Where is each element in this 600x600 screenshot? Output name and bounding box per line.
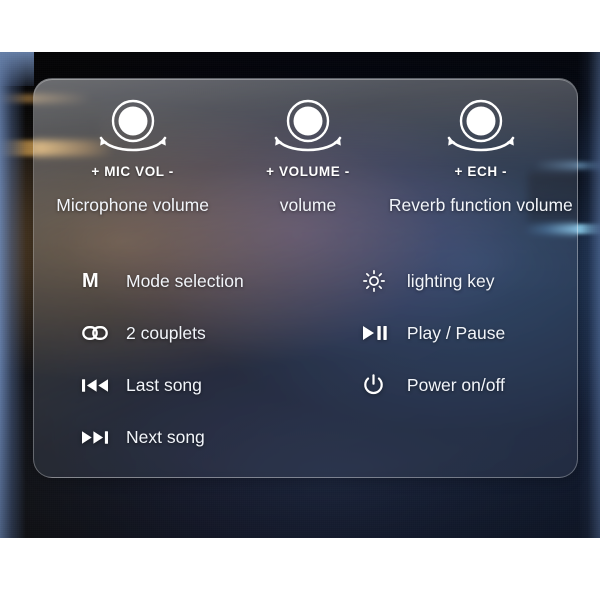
function-legend-list: M Mode selection 2 couplets Last song Ne… [34, 255, 577, 463]
list-item-label: Play / Pause [406, 322, 506, 343]
list-item: 2 couplets [82, 307, 333, 359]
mode-m-icon: M [82, 270, 99, 292]
list-item-label: Last song [126, 374, 202, 395]
list-item-label: Mode selection [126, 270, 244, 291]
play-pause-icon [362, 325, 407, 341]
previous-track-icon [82, 378, 126, 393]
list-item-label: Power on/off [406, 374, 505, 395]
power-icon [363, 374, 407, 396]
knob-code-label: + MIC VOL - [91, 164, 174, 179]
next-track-icon [82, 430, 126, 445]
list-item: Last song [82, 359, 333, 411]
knob-item-mic-vol: + MIC VOL - Microphone volume [34, 97, 231, 216]
brightness-sun-icon [362, 270, 407, 292]
rotary-knob-icon [438, 97, 524, 161]
list-item: Next song [82, 411, 333, 463]
knob-code-label: + VOLUME - [266, 164, 350, 179]
knob-item-echo: + ECH - Reverb function volume [385, 97, 577, 216]
screenshot-stage: + MIC VOL - Microphone volume + VOLUME -… [0, 0, 600, 600]
rotary-knob-icon [90, 97, 176, 161]
list-item-label: Next song [126, 426, 205, 447]
link-chain-icon [82, 324, 126, 342]
rotary-knob-icon [265, 97, 351, 161]
function-column-right: lighting key Play / Pause Power on/off [333, 255, 577, 463]
list-item: Play / Pause [362, 307, 577, 359]
function-column-left: M Mode selection 2 couplets Last song Ne… [34, 255, 333, 463]
product-photo: + MIC VOL - Microphone volume + VOLUME -… [0, 52, 600, 538]
knob-code-label: + ECH - [454, 164, 508, 179]
list-item-label: lighting key [406, 270, 495, 291]
list-item: Power on/off [363, 359, 577, 411]
list-item-label: 2 couplets [126, 322, 206, 343]
knob-description-label: Microphone volume [56, 195, 209, 215]
knob-legend-row: + MIC VOL - Microphone volume + VOLUME -… [34, 97, 577, 216]
control-legend-panel: + MIC VOL - Microphone volume + VOLUME -… [33, 78, 578, 478]
list-item: lighting key [362, 255, 577, 307]
knob-item-volume: + VOLUME - volume [231, 97, 384, 216]
list-item: M Mode selection [82, 255, 333, 307]
knob-description-label: volume [279, 195, 337, 215]
knob-description-label: Reverb function volume [388, 195, 573, 215]
